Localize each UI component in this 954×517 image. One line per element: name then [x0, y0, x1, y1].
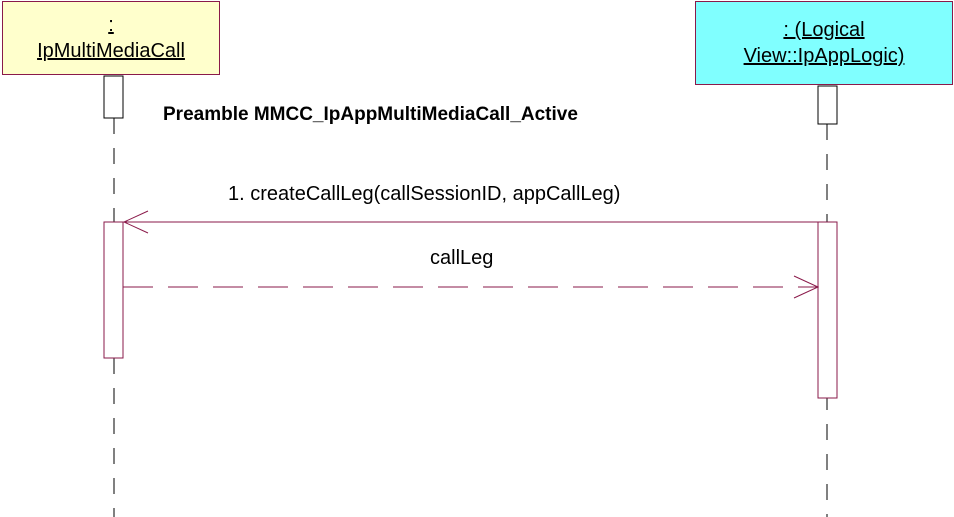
participant-left-line1: :	[108, 14, 114, 36]
message-2-label: callLeg	[430, 247, 494, 269]
message-1-label: 1. createCallLeg(callSessionID, appCallL…	[228, 183, 621, 205]
participant-ipapplogic: : (Logical View::IpAppLogic)	[695, 1, 953, 85]
activation-left	[103, 221, 124, 359]
activation-right-initial	[817, 85, 838, 125]
participant-right-line2: View::IpAppLogic)	[743, 45, 905, 67]
participant-left-line2: IpMultiMediaCall	[37, 40, 185, 62]
participant-ipmultimediacall: : IpMultiMediaCall	[2, 1, 220, 75]
participant-right-line1: : (Logical	[783, 19, 865, 41]
activation-left-initial	[103, 75, 124, 119]
activation-right	[817, 221, 838, 399]
diagram-title: Preamble MMCC_IpAppMultiMediaCall_Active	[163, 104, 578, 125]
